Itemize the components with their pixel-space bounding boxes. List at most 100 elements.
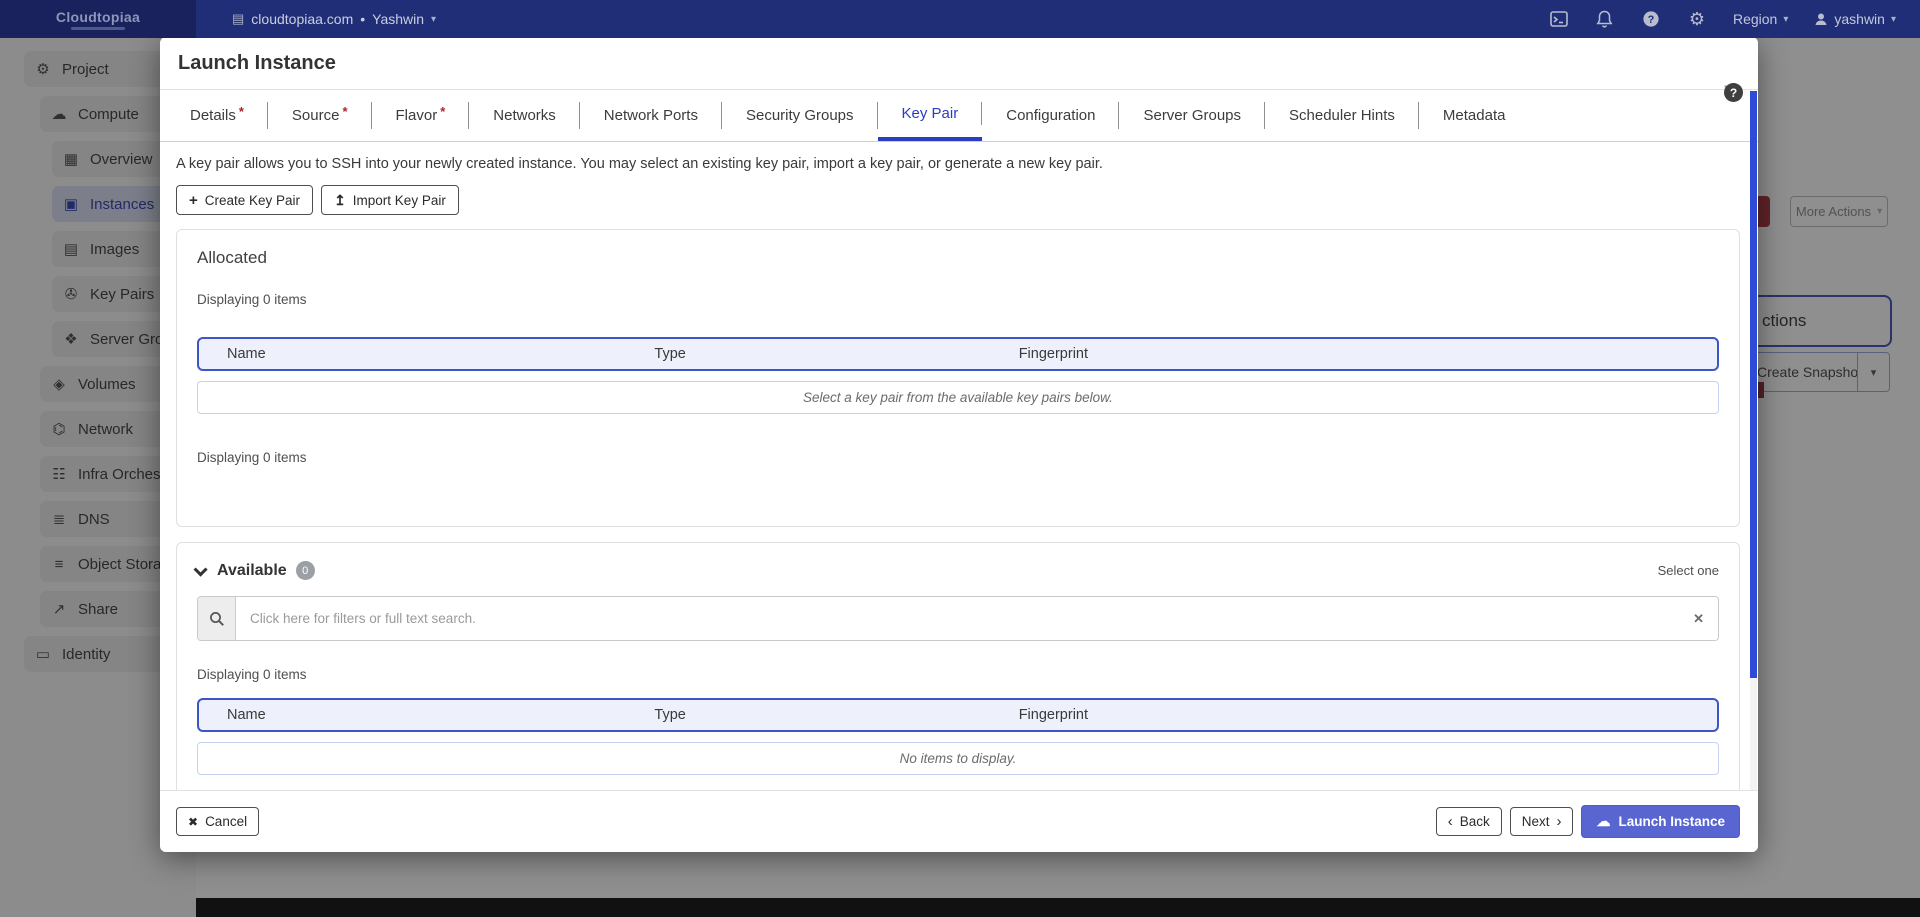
breadcrumb-site: cloudtopiaa.com <box>251 11 353 27</box>
launch-instance-button[interactable]: Launch Instance <box>1581 805 1740 838</box>
key-pair-description: A key pair allows you to SSH into your n… <box>176 156 1740 172</box>
back-button[interactable]: Back <box>1436 807 1502 836</box>
column-header-name: Name <box>199 346 654 362</box>
available-header: Available 0 Select one <box>197 561 1719 580</box>
chevron-down-icon[interactable] <box>194 562 208 576</box>
tab-source[interactable]: Source * <box>268 90 372 141</box>
available-empty-row: No items to display. <box>197 742 1719 775</box>
user-name: yashwin <box>1834 11 1885 27</box>
tab-scheduler-hints[interactable]: Scheduler Hints <box>1265 90 1419 141</box>
tab-label: Server Groups <box>1143 107 1241 124</box>
tab-label: Source <box>292 107 340 124</box>
chevron-right-icon <box>1556 813 1561 830</box>
column-header-name: Name <box>199 707 654 723</box>
help-circle-icon[interactable]: ? <box>1641 9 1661 29</box>
allocated-count: Displaying 0 items <box>197 292 1719 307</box>
launch-instance-modal: Launch Instance ? Details * Source * Fla… <box>160 37 1758 852</box>
cloud-icon <box>1596 813 1610 830</box>
navbar-right: ? Region ▾ yashwin ▾ <box>1549 9 1920 29</box>
breadcrumb-project: Yashwin <box>372 11 424 27</box>
tab-label: Configuration <box>1006 107 1095 124</box>
import-key-pair-button[interactable]: Import Key Pair <box>321 185 459 215</box>
allocated-empty-row: Select a key pair from the available key… <box>197 381 1719 414</box>
search-icon <box>198 597 236 640</box>
tab-network-ports[interactable]: Network Ports <box>580 90 722 141</box>
logo-text: Cloudtopiaa <box>56 9 140 25</box>
user-menu[interactable]: yashwin ▾ <box>1814 11 1896 27</box>
logo-tagline <box>71 27 125 30</box>
scrollbar-thumb[interactable] <box>1750 91 1757 678</box>
region-selector[interactable]: Region ▾ <box>1733 11 1788 27</box>
help-icon[interactable]: ? <box>1724 83 1743 102</box>
required-marker: * <box>440 104 445 119</box>
breadcrumb-separator: • <box>360 11 365 27</box>
import-key-pair-label: Import Key Pair <box>353 193 446 208</box>
column-header-type: Type <box>654 707 1018 723</box>
wizard-tabs: Details * Source * Flavor * Networks Net… <box>160 90 1758 142</box>
breadcrumb[interactable]: ▤ cloudtopiaa.com • Yashwin ▾ <box>232 11 436 27</box>
x-icon <box>188 814 198 829</box>
tab-networks[interactable]: Networks <box>469 90 580 141</box>
tab-label: Security Groups <box>746 107 854 124</box>
tab-label: Metadata <box>1443 107 1506 124</box>
available-title: Available <box>217 562 287 580</box>
tab-label: Network Ports <box>604 107 698 124</box>
tab-details[interactable]: Details * <box>166 90 268 141</box>
modal-header: Launch Instance <box>160 37 1758 90</box>
notifications-bell-icon[interactable] <box>1595 9 1615 29</box>
available-table-header: Name Type Fingerprint <box>197 698 1719 732</box>
allocated-title: Allocated <box>197 248 1719 268</box>
allocated-count-bottom: Displaying 0 items <box>197 450 1719 465</box>
modal-title: Launch Instance <box>178 52 336 75</box>
tab-label: Details <box>190 107 236 124</box>
modal-scrollbar[interactable] <box>1750 91 1757 790</box>
tab-configuration[interactable]: Configuration <box>982 90 1119 141</box>
user-avatar-icon <box>1814 12 1828 26</box>
allocated-table-header: Name Type Fingerprint <box>197 337 1719 371</box>
tab-key-pair[interactable]: Key Pair <box>878 90 983 141</box>
tab-label: Networks <box>493 107 556 124</box>
chevron-down-icon: ▾ <box>1783 14 1788 25</box>
key-pair-actions: Create Key Pair Import Key Pair <box>176 185 1740 215</box>
chevron-left-icon <box>1448 813 1453 830</box>
top-navbar: Cloudtopiaa ▤ cloudtopiaa.com • Yashwin … <box>0 0 1920 38</box>
clear-search-icon[interactable] <box>1693 597 1718 640</box>
svg-text:?: ? <box>1648 14 1655 26</box>
allocated-panel: Allocated Displaying 0 items Name Type F… <box>176 229 1740 527</box>
next-button[interactable]: Next <box>1510 807 1574 836</box>
key-pair-panel: A key pair allows you to SSH into your n… <box>160 142 1758 852</box>
key-pair-search-bar <box>197 596 1719 641</box>
tab-label: Key Pair <box>902 105 959 122</box>
chevron-down-icon: ▾ <box>1891 14 1896 25</box>
cancel-label: Cancel <box>205 814 247 829</box>
cancel-button[interactable]: Cancel <box>176 807 259 836</box>
column-header-fingerprint: Fingerprint <box>1019 346 1717 362</box>
tab-server-groups[interactable]: Server Groups <box>1119 90 1265 141</box>
region-label: Region <box>1733 11 1777 27</box>
available-count: Displaying 0 items <box>197 667 1719 682</box>
tab-flavor[interactable]: Flavor * <box>372 90 470 141</box>
tab-metadata[interactable]: Metadata <box>1419 90 1530 141</box>
search-input[interactable] <box>236 597 1693 640</box>
launch-instance-label: Launch Instance <box>1618 814 1725 829</box>
tab-label: Flavor <box>396 107 438 124</box>
select-one-hint: Select one <box>1658 563 1719 578</box>
upload-icon <box>334 192 346 209</box>
chevron-down-icon: ▾ <box>431 14 436 25</box>
footer-navigation: Back Next Launch Instance <box>1436 805 1740 838</box>
tab-security-groups[interactable]: Security Groups <box>722 90 878 141</box>
required-marker: * <box>239 104 244 119</box>
available-count-badge: 0 <box>296 561 315 580</box>
project-switcher-icon: ▤ <box>232 11 244 27</box>
create-key-pair-button[interactable]: Create Key Pair <box>176 185 313 215</box>
terminal-icon[interactable] <box>1549 9 1569 29</box>
modal-footer: Cancel Back Next Launch Instance <box>160 790 1758 852</box>
create-key-pair-label: Create Key Pair <box>205 193 300 208</box>
plus-icon <box>189 192 198 209</box>
tab-label: Scheduler Hints <box>1289 107 1395 124</box>
logo[interactable]: Cloudtopiaa <box>0 0 196 38</box>
settings-gear-icon[interactable] <box>1687 9 1707 29</box>
column-header-type: Type <box>654 346 1018 362</box>
column-header-fingerprint: Fingerprint <box>1019 707 1717 723</box>
next-label: Next <box>1522 814 1550 829</box>
